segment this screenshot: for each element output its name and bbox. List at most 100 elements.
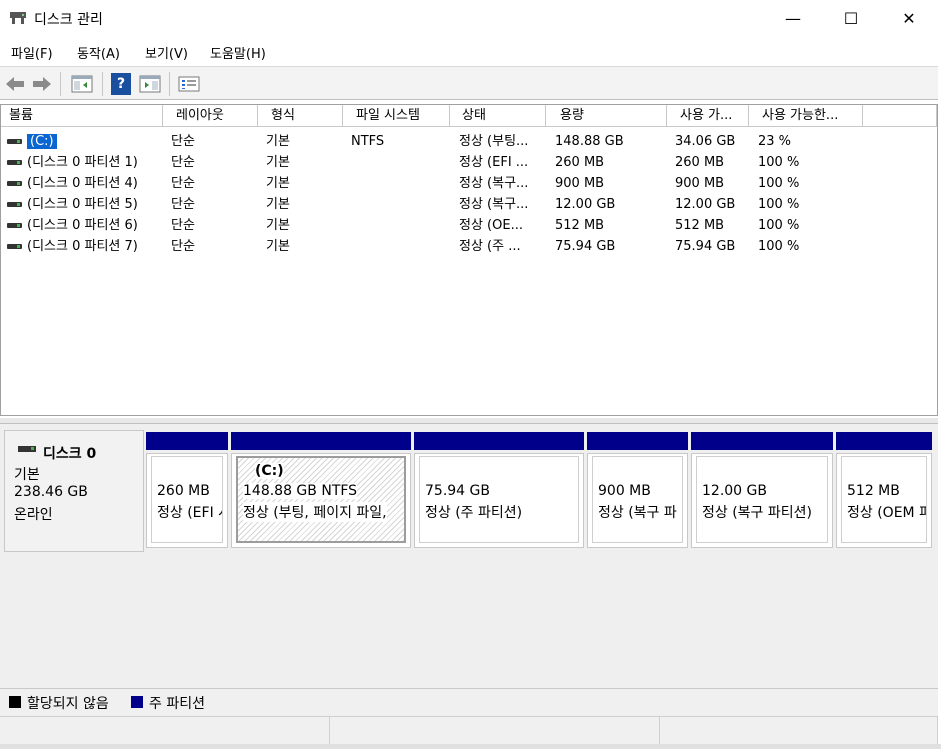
properties-button[interactable] — [177, 73, 201, 95]
title-bar: 디스크 관리 — ☐ ✕ — [0, 0, 941, 36]
unallocated-swatch — [9, 696, 21, 708]
partition-size: 12.00 GB — [702, 483, 767, 499]
partition-status: 정상 (부팅, 페이지 파일, — [243, 502, 387, 522]
column-header-status[interactable]: 상태 — [450, 105, 546, 127]
close-button[interactable]: ✕ — [880, 0, 938, 36]
volume-name: (디스크 0 파티션 7) — [27, 239, 138, 254]
partition-bar — [691, 432, 833, 450]
partition-inner: 512 MB 정상 (OEM 파 — [841, 456, 927, 543]
menu-action[interactable]: 동작(A) — [77, 43, 120, 62]
partition-primary[interactable]: 75.94 GB 정상 (주 파티션) — [414, 453, 584, 548]
volume-type: 기본 — [266, 197, 290, 212]
menu-file[interactable]: 파일(F) — [11, 43, 53, 62]
partition-recovery-1[interactable]: 900 MB 정상 (복구 파 — [587, 453, 688, 548]
menu-bar: 파일(F) 동작(A) 보기(V) 도움말(H) — [0, 39, 941, 63]
volume-type: 기본 — [266, 239, 290, 254]
menu-help[interactable]: 도움말(H) — [210, 43, 266, 62]
partition-recovery-2[interactable]: 12.00 GB 정상 (복구 파티션) — [691, 453, 833, 548]
volume-name: (디스크 0 파티션 6) — [27, 218, 138, 233]
legend-primary: 주 파티션 — [149, 696, 205, 712]
volume-row[interactable]: (디스크 0 파티션 7) 단순 기본 정상 (주 ... 75.94 GB 7… — [1, 236, 937, 257]
disk-icon — [18, 446, 36, 452]
help-icon: ? — [116, 76, 126, 92]
volume-capacity: 900 MB — [555, 176, 605, 191]
volume-row[interactable]: (디스크 0 파티션 1) 단순 기본 정상 (EFI ... 260 MB 2… — [1, 152, 937, 173]
status-segment — [660, 717, 938, 744]
column-header-layout[interactable]: 레이아웃 — [163, 105, 258, 127]
volume-capacity: 75.94 GB — [555, 239, 616, 254]
volume-type: 기본 — [266, 176, 290, 191]
drive-icon — [7, 244, 22, 249]
drive-icon — [7, 223, 22, 228]
column-header-percent-free[interactable]: 사용 가능한... — [749, 105, 863, 127]
disk-size: 238.46 GB — [14, 484, 88, 500]
partition-inner: (C:) 148.88 GB NTFS 정상 (부팅, 페이지 파일, — [236, 456, 406, 543]
volume-free-space: 260 MB — [675, 155, 725, 170]
partition-efi[interactable]: 260 MB 정상 (EFI 시 — [146, 453, 228, 548]
volume-status: 정상 (복구... — [459, 197, 529, 212]
volume-list-header: 볼륨 레이아웃 형식 파일 시스템 상태 용량 사용 가... 사용 가능한..… — [1, 105, 937, 127]
partition-inner: 12.00 GB 정상 (복구 파티션) — [696, 456, 828, 543]
volume-percent-free: 100 % — [758, 239, 800, 254]
volume-name: (디스크 0 파티션 4) — [27, 176, 138, 191]
volume-name: (C:) — [27, 134, 57, 149]
volume-type: 기본 — [266, 155, 290, 170]
volume-layout: 단순 — [171, 155, 195, 170]
volume-percent-free: 100 % — [758, 218, 800, 233]
volume-list: 볼륨 레이아웃 형식 파일 시스템 상태 용량 사용 가... 사용 가능한..… — [0, 104, 938, 416]
volume-status: 정상 (OE... — [459, 218, 523, 233]
column-header-empty — [863, 105, 937, 127]
drive-icon — [7, 139, 22, 144]
partition-inner: 260 MB 정상 (EFI 시 — [151, 456, 223, 543]
partition-size: 260 MB — [157, 483, 210, 499]
volume-free-space: 900 MB — [675, 176, 725, 191]
volume-row[interactable]: (C:) 단순 기본 NTFS 정상 (부팅... 148.88 GB 34.0… — [1, 131, 937, 152]
show-hide-action-pane-button[interactable] — [138, 73, 162, 95]
maximize-button[interactable]: ☐ — [822, 0, 880, 36]
volume-name: (디스크 0 파티션 5) — [27, 197, 138, 212]
partition-c[interactable]: (C:) 148.88 GB NTFS 정상 (부팅, 페이지 파일, — [231, 453, 411, 548]
column-header-free-space[interactable]: 사용 가... — [667, 105, 749, 127]
volume-free-space: 34.06 GB — [675, 134, 736, 149]
volume-row[interactable]: (디스크 0 파티션 5) 단순 기본 정상 (복구... 12.00 GB 1… — [1, 194, 937, 215]
show-hide-console-tree-button[interactable] — [70, 73, 94, 95]
column-header-file-system[interactable]: 파일 시스템 — [343, 105, 450, 127]
volume-row[interactable]: (디스크 0 파티션 4) 단순 기본 정상 (복구... 900 MB 900… — [1, 173, 937, 194]
volume-free-space: 512 MB — [675, 218, 725, 233]
close-icon: ✕ — [902, 8, 916, 28]
volume-layout: 단순 — [171, 218, 195, 233]
volume-status: 정상 (부팅... — [459, 134, 529, 149]
toolbar-separator — [169, 72, 170, 96]
partition-status: 정상 (EFI 시 — [157, 505, 222, 521]
volume-type: 기본 — [266, 134, 290, 149]
volume-row[interactable]: (디스크 0 파티션 6) 단순 기본 정상 (OE... 512 MB 512… — [1, 215, 937, 236]
menu-view[interactable]: 보기(V) — [145, 43, 188, 62]
primary-partition-swatch — [131, 696, 143, 708]
partition-bar — [414, 432, 584, 450]
action-pane-icon — [139, 75, 161, 93]
status-bar — [0, 716, 941, 749]
volume-percent-free: 23 % — [758, 134, 792, 149]
status-segment — [0, 717, 330, 744]
volume-capacity: 12.00 GB — [555, 197, 616, 212]
column-header-capacity[interactable]: 용량 — [546, 105, 667, 127]
partition-oem[interactable]: 512 MB 정상 (OEM 파 — [836, 453, 932, 548]
partition-bar — [231, 432, 411, 450]
partition-bar — [146, 432, 228, 450]
toolbar-separator — [102, 72, 103, 96]
help-button[interactable]: ? — [111, 73, 131, 95]
column-header-volume[interactable]: 볼륨 — [1, 105, 163, 127]
legend-unallocated: 할당되지 않음 — [27, 696, 109, 712]
column-header-type[interactable]: 형식 — [258, 105, 343, 127]
partition-inner: 900 MB 정상 (복구 파 — [592, 456, 683, 543]
drive-icon — [7, 181, 22, 186]
back-button[interactable] — [4, 73, 26, 95]
minimize-button[interactable]: — — [764, 0, 822, 36]
partition-status: 정상 (복구 파티션) — [702, 505, 812, 521]
disk-0-label[interactable]: 디스크 0 기본 238.46 GB 온라인 — [4, 430, 144, 552]
drive-icon — [7, 202, 22, 207]
volume-layout: 단순 — [171, 134, 195, 149]
partition-title: (C:) — [255, 463, 284, 479]
forward-button[interactable] — [31, 73, 53, 95]
volume-percent-free: 100 % — [758, 176, 800, 191]
